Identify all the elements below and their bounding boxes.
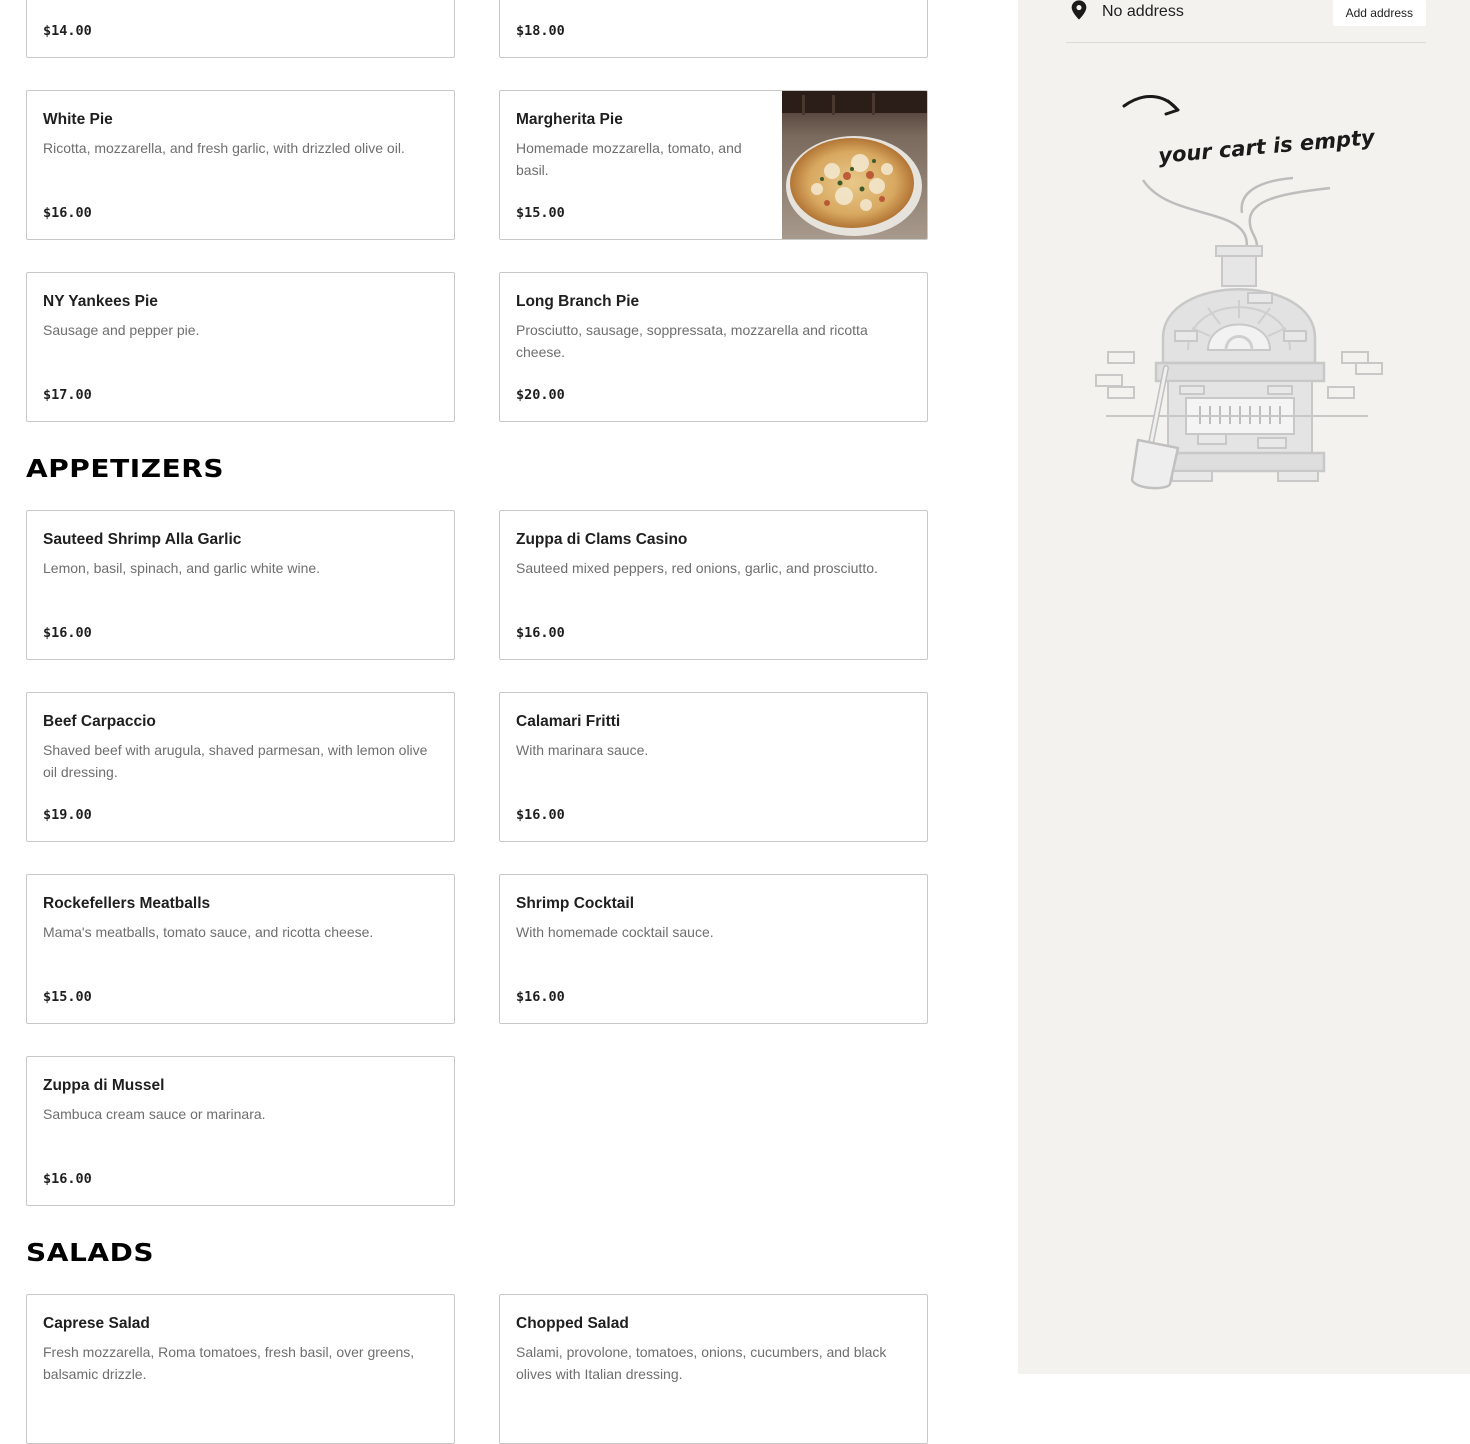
menu-item-card[interactable]: $18.00	[499, 0, 928, 58]
menu-item-card[interactable]: Sauteed Shrimp Alla Garlic Lemon, basil,…	[26, 510, 455, 660]
menu-item-margherita-pie[interactable]: Margherita Pie Homemade mozzarella, toma…	[499, 90, 928, 240]
item-price: $16.00	[43, 625, 92, 641]
item-price: $16.00	[516, 625, 565, 641]
item-name: Shrimp Cocktail	[516, 895, 634, 912]
item-description: Shaved beef with arugula, shaved parmesa…	[43, 742, 428, 780]
item-price: $14.00	[43, 23, 92, 39]
item-name: Sauteed Shrimp Alla Garlic	[43, 531, 242, 548]
item-price: $15.00	[516, 205, 565, 221]
section-title-salads: SALADS	[26, 1238, 155, 1267]
menu-item-card[interactable]: Calamari Fritti With marinara sauce. $16…	[499, 692, 928, 842]
item-name: Beef Carpaccio	[43, 713, 156, 730]
item-name: Calamari Fritti	[516, 713, 621, 730]
item-name: Zuppa di Mussel	[43, 1077, 165, 1094]
item-name: Long Branch Pie	[516, 293, 640, 310]
item-description: Salami, provolone, tomatoes, onions, cuc…	[516, 1344, 887, 1382]
menu-item-long-branch-pie[interactable]: Long Branch Pie Prosciutto, sausage, sop…	[499, 272, 928, 422]
menu-item-card[interactable]: Zuppa di Mussel Sambuca cream sauce or m…	[26, 1056, 455, 1206]
menu-item-ny-yankees-pie[interactable]: NY Yankees Pie Sausage and pepper pie. $…	[26, 272, 455, 422]
empty-cart-illustration: your cart is empty	[1095, 95, 1383, 490]
item-price: $16.00	[43, 205, 92, 221]
map-pin-icon	[1071, 0, 1087, 20]
add-address-button[interactable]: Add address	[1332, 0, 1426, 26]
cart-sidebar: No address Add address your cart is empt…	[1018, 0, 1470, 1374]
item-price: $16.00	[43, 1171, 92, 1187]
pizza-photo	[782, 91, 927, 239]
section-title-appetizers: APPETIZERS	[26, 454, 225, 483]
item-description: Sambuca cream sauce or marinara.	[43, 1106, 266, 1122]
item-name: NY Yankees Pie	[43, 293, 158, 310]
item-name: Margherita Pie	[516, 111, 623, 128]
item-price: $16.00	[516, 989, 565, 1005]
item-name: White Pie	[43, 111, 113, 128]
menu-item-card[interactable]: Shrimp Cocktail With homemade cocktail s…	[499, 874, 928, 1024]
item-description: Ricotta, mozzarella, and fresh garlic, w…	[43, 140, 405, 156]
menu-item-card[interactable]: Zuppa di Clams Casino Sauteed mixed pepp…	[499, 510, 928, 660]
item-price: $16.00	[516, 807, 565, 823]
item-price: $19.00	[43, 807, 92, 823]
menu-item-card[interactable]: Chopped Salad Salami, provolone, tomatoe…	[499, 1294, 928, 1444]
address-text: No address	[1102, 3, 1184, 20]
item-description: With marinara sauce.	[516, 742, 649, 758]
item-description: Fresh mozzarella, Roma tomatoes, fresh b…	[43, 1344, 415, 1382]
item-description: Sauteed mixed peppers, red onions, garli…	[516, 560, 878, 576]
menu-main: $14.00 $18.00 White Pie Ricotta, mozzare…	[0, 0, 1018, 1444]
item-price: $17.00	[43, 387, 92, 403]
item-description: Mama's meatballs, tomato sauce, and rico…	[43, 924, 374, 940]
item-description: With homemade cocktail sauce.	[516, 924, 714, 940]
item-description: Lemon, basil, spinach, and garlic white …	[43, 560, 321, 576]
item-price: $15.00	[43, 989, 92, 1005]
item-description: Homemade mozzarella, tomato, and basil.	[516, 140, 742, 178]
item-name: Rockefellers Meatballs	[43, 895, 211, 912]
menu-item-card[interactable]: Rockefellers Meatballs Mama's meatballs,…	[26, 874, 455, 1024]
empty-cart-text: your cart is empty	[1157, 125, 1377, 168]
menu-item-white-pie[interactable]: White Pie Ricotta, mozzarella, and fresh…	[26, 90, 455, 240]
item-price: $20.00	[516, 387, 565, 403]
menu-item-card[interactable]: Caprese Salad Fresh mozzarella, Roma tom…	[26, 1294, 455, 1444]
item-name: Caprese Salad	[43, 1315, 150, 1332]
item-price: $18.00	[516, 23, 565, 39]
item-description: Prosciutto, sausage, soppressata, mozzar…	[516, 322, 868, 360]
delivery-address-row: No address Add address	[1066, 0, 1426, 43]
menu-item-card[interactable]: $14.00	[26, 0, 455, 58]
item-name: Zuppa di Clams Casino	[516, 531, 688, 548]
item-description: Sausage and pepper pie.	[43, 322, 200, 338]
item-name: Chopped Salad	[516, 1315, 629, 1332]
menu-item-card[interactable]: Beef Carpaccio Shaved beef with arugula,…	[26, 692, 455, 842]
